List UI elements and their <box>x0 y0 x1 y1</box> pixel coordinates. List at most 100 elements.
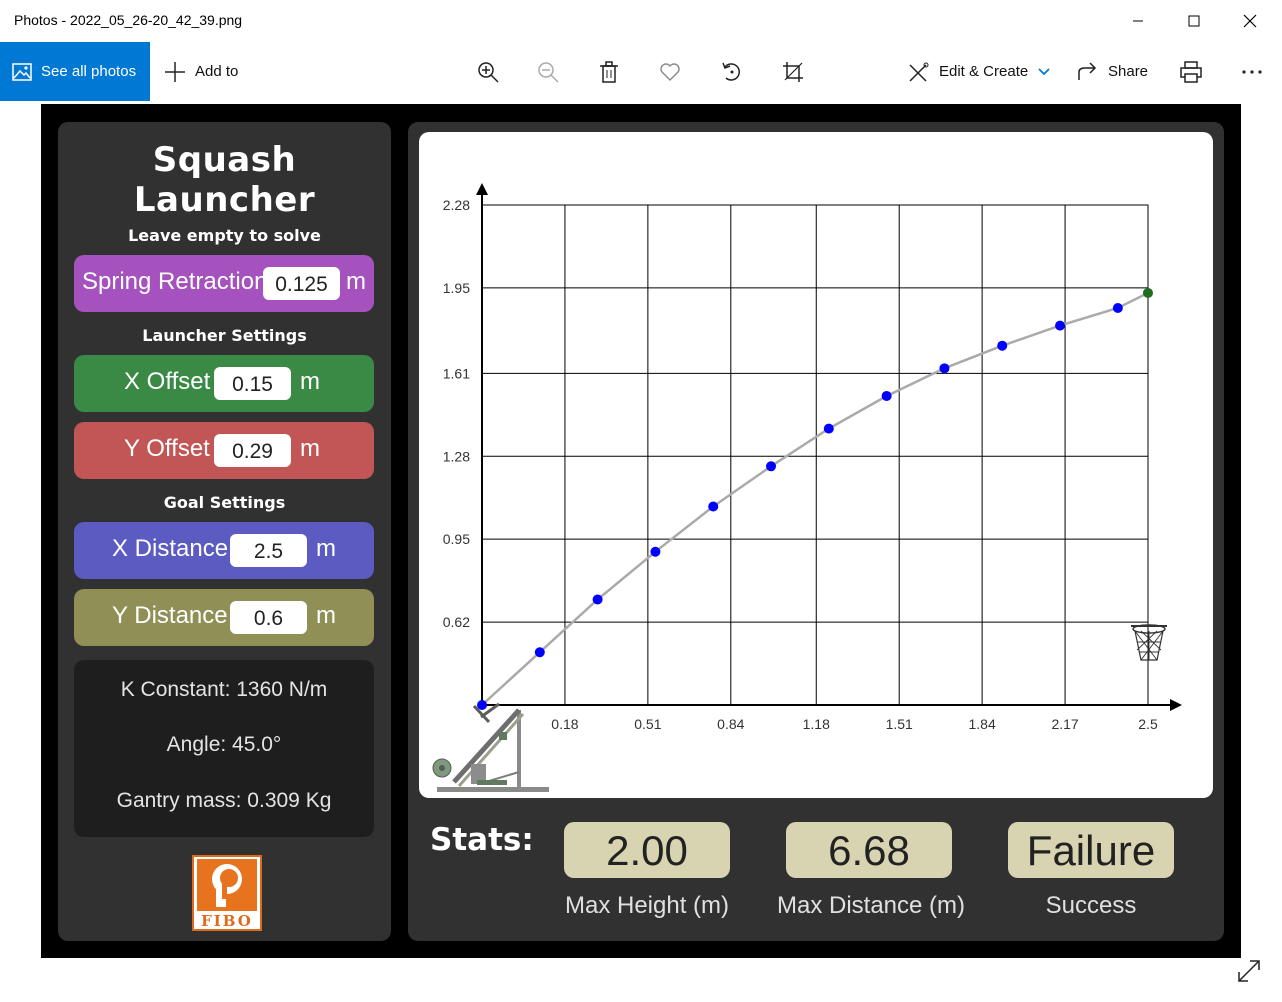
zoom-out-icon <box>538 62 559 83</box>
minimize-button[interactable] <box>1110 0 1166 42</box>
x-distance-input[interactable]: 2.5 <box>230 534 307 567</box>
y-axis-arrow <box>476 183 488 195</box>
success-value: Failure <box>1008 822 1174 878</box>
k-constant-text: K Constant: 1360 N/m <box>120 678 328 701</box>
x-tick-label: 1.84 <box>969 716 996 732</box>
y-offset-label: Y Offset <box>124 435 210 462</box>
x-tick-label: 1.51 <box>886 716 913 732</box>
app-title: Squash Launcher <box>133 140 316 220</box>
trajectory-point <box>823 423 834 434</box>
x-distance-unit: m <box>316 535 336 562</box>
photos-icon <box>12 62 32 81</box>
maximize-button[interactable] <box>1166 0 1222 42</box>
title-bar: Photos - 2022_05_26-20_42_39.png <box>0 0 1282 42</box>
x-distance-label: X Distance <box>112 535 229 562</box>
trajectory-point <box>534 647 545 658</box>
solve-hint: Leave empty to solve <box>128 226 321 245</box>
y-tick-label: 1.28 <box>443 448 470 464</box>
chevron-down-icon <box>1038 67 1050 75</box>
delete-button[interactable] <box>593 56 625 88</box>
y-offset-unit: m <box>300 435 320 462</box>
x-axis-arrow <box>1170 699 1182 711</box>
share-label: Share <box>1108 63 1149 80</box>
y-tick-label: 1.95 <box>443 280 470 296</box>
trajectory-curve <box>481 291 1149 706</box>
y-distance-label: Y Distance <box>112 602 228 629</box>
trajectory-point <box>708 501 719 512</box>
x-distance-field: X Distance 2.5 m <box>74 522 374 579</box>
trajectory-point <box>477 700 487 710</box>
launcher-settings-heading: Launcher Settings <box>142 326 307 345</box>
close-icon <box>1243 14 1257 28</box>
trajectory-point <box>939 363 950 374</box>
rotate-button[interactable] <box>716 56 748 88</box>
delete-icon <box>600 61 618 83</box>
x-tick-label: 2.17 <box>1051 716 1078 732</box>
close-button[interactable] <box>1222 0 1278 42</box>
edit-create-label: Edit & Create <box>939 63 1029 80</box>
maximize-icon <box>1188 15 1200 27</box>
zoom-in-button[interactable] <box>472 56 504 88</box>
edit-create-button[interactable]: Edit & Create <box>908 42 1050 101</box>
basketball-hoop-icon <box>1131 624 1167 661</box>
add-to-label: Add to <box>195 63 239 80</box>
photos-toolbar: See all photos Add to Edit & Create Shar… <box>0 42 1282 102</box>
max-distance-value: 6.68 <box>786 822 952 878</box>
expand-icon <box>1238 960 1260 982</box>
fibo-logo-text: FIBO <box>201 912 253 930</box>
more-icon <box>1242 70 1262 74</box>
fibo-logo: FIBO <box>192 855 262 931</box>
more-options-button[interactable] <box>1236 56 1268 88</box>
plus-icon <box>165 61 185 82</box>
edit-create-icon <box>909 62 929 82</box>
favorite-button[interactable] <box>654 56 686 88</box>
x-offset-field: X Offset 0.15 m <box>74 355 374 412</box>
max-height-value: 2.00 <box>564 822 730 878</box>
target-point <box>1143 287 1153 298</box>
spring-retraction-label: Spring Retraction <box>82 268 268 295</box>
see-all-photos-label: See all photos <box>41 63 137 80</box>
y-distance-input[interactable]: 0.6 <box>230 601 307 634</box>
window-title: Photos - 2022_05_26-20_42_39.png <box>14 12 243 28</box>
launcher-icon <box>432 702 549 792</box>
success-caption: Success <box>1045 892 1137 919</box>
share-icon <box>1078 61 1097 80</box>
y-offset-field: Y Offset 0.29 m <box>74 422 374 479</box>
trajectory-chart: 0.18 0.51 0.84 1.18 1.51 1.84 2.17 2.5 0.62 0.95 1… <box>419 132 1213 798</box>
spring-retraction-unit: m <box>346 268 366 295</box>
zoom-out-button[interactable] <box>532 56 564 88</box>
add-to-button[interactable]: Add to <box>164 42 238 101</box>
x-tick-label: 0.84 <box>717 716 744 732</box>
angle-text: Angle: 45.0° <box>166 733 282 756</box>
see-all-photos-button[interactable]: See all photos <box>0 42 150 101</box>
trajectory-point <box>650 546 661 557</box>
x-offset-input[interactable]: 0.15 <box>214 367 291 400</box>
y-tick-label: 0.62 <box>443 614 470 630</box>
crop-icon <box>783 62 803 82</box>
x-offset-unit: m <box>300 368 320 395</box>
max-height-caption: Max Height (m) <box>564 892 730 919</box>
trajectory-point <box>766 461 777 472</box>
x-tick-label: 1.18 <box>803 716 830 732</box>
rotate-icon <box>722 62 741 81</box>
y-distance-field: Y Distance 0.6 m <box>74 589 374 646</box>
crop-button[interactable] <box>777 56 809 88</box>
gantry-mass-text: Gantry mass: 0.309 Kg <box>116 789 332 812</box>
share-button[interactable]: Share <box>1077 42 1148 101</box>
fullscreen-button[interactable] <box>1236 958 1266 988</box>
y-offset-input[interactable]: 0.29 <box>214 434 291 467</box>
trajectory-point <box>1112 303 1123 314</box>
trajectory-point <box>1055 320 1066 331</box>
print-button[interactable] <box>1175 56 1207 88</box>
y-tick-label: 2.28 <box>443 197 470 213</box>
spring-retraction-input[interactable]: 0.125 <box>263 267 340 300</box>
spring-retraction-field: Spring Retraction 0.125 m <box>74 255 374 312</box>
stats-label: Stats: <box>430 822 534 858</box>
y-distance-unit: m <box>316 602 336 629</box>
zoom-in-icon <box>478 62 499 83</box>
minimize-icon <box>1133 20 1143 22</box>
trajectory-point <box>997 340 1008 351</box>
trajectory-plot: 0.18 0.51 0.84 1.18 1.51 1.84 2.17 2.5 0.62 0.95 1… <box>432 183 1182 792</box>
x-tick-label: 2.5 <box>1138 716 1158 732</box>
favorite-icon <box>660 63 680 81</box>
